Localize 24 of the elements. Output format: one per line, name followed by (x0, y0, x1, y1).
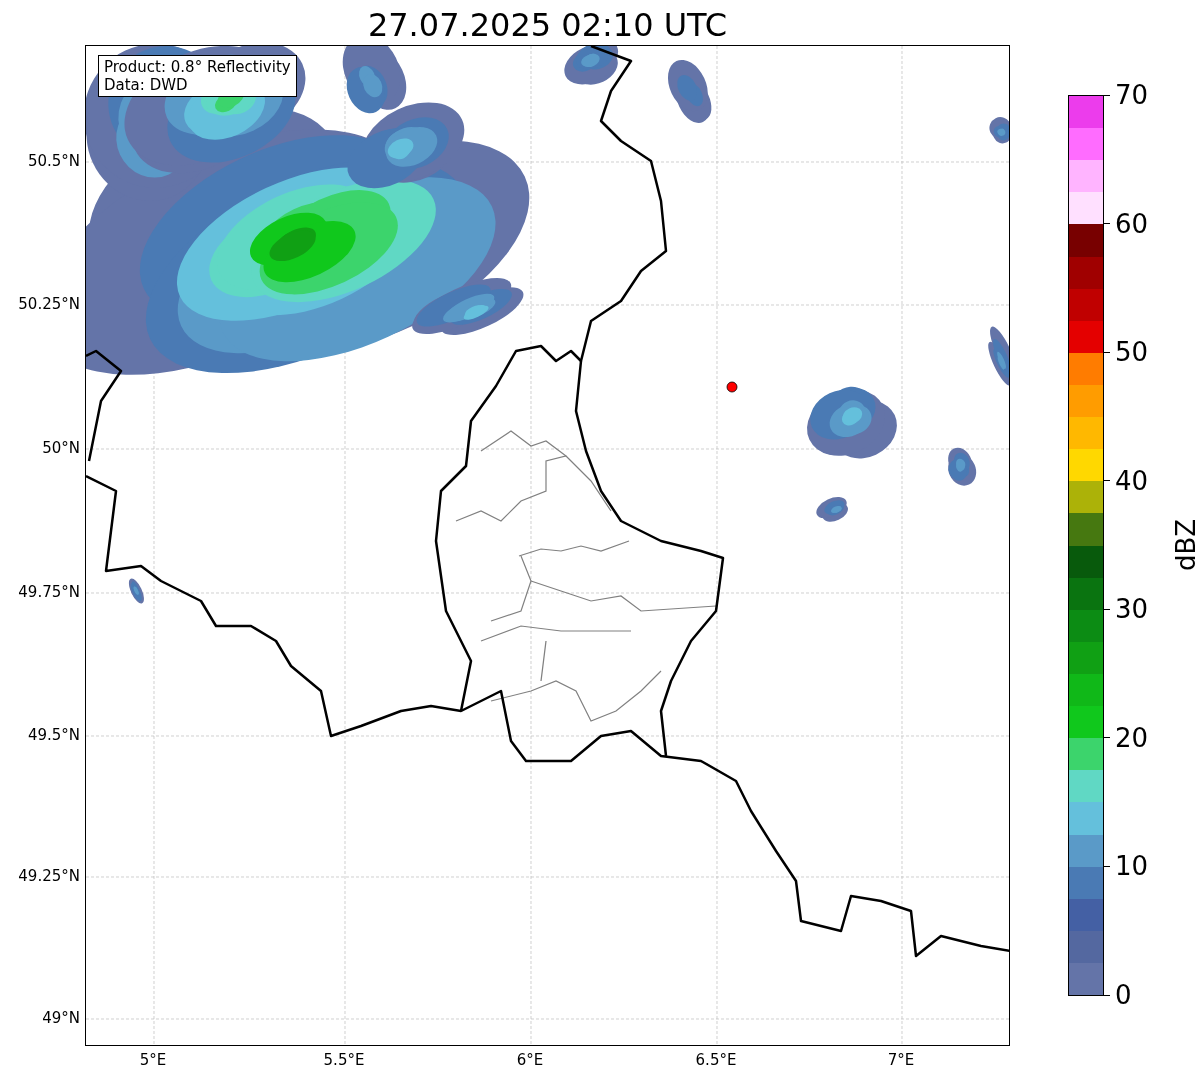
annotation-box: Product: 0.8° Reflectivity Data: DWD (98, 55, 297, 97)
latitude-label: 50.5°N (27, 152, 80, 170)
colorbar-tick-label: 40 (1115, 465, 1149, 496)
longitude-label: 7°E (887, 1051, 915, 1069)
longitude-label: 5°E (139, 1051, 167, 1069)
chart-title: 27.07.2025 02:10 UTC (366, 5, 729, 45)
colorbar-tick-label: 50 (1115, 337, 1149, 368)
latitude-label: 50.25°N (18, 295, 80, 313)
colorbar-tick-label: 20 (1115, 722, 1149, 753)
longitude-label: 6°E (516, 1051, 544, 1069)
longitude-label: 5.5°E (323, 1051, 365, 1069)
longitude-label: 6.5°E (695, 1051, 737, 1069)
colorbar-tick-label: 60 (1115, 208, 1149, 239)
latitude-label: 49°N (42, 1009, 80, 1027)
latitude-label: 49.5°N (27, 726, 80, 744)
colorbar-tick-label: 0 (1115, 980, 1132, 1010)
latitude-label: 49.25°N (18, 867, 80, 885)
colorbar-tick-label: 30 (1115, 594, 1149, 625)
latitude-label: 50°N (42, 439, 80, 457)
colorbar-label: dBZ (1171, 518, 1202, 572)
latitude-label: 49.75°N (18, 583, 80, 601)
colorbar-tick-label: 70 (1115, 80, 1149, 110)
colorbar-tick-label: 10 (1115, 851, 1149, 882)
location-marker (726, 381, 738, 393)
